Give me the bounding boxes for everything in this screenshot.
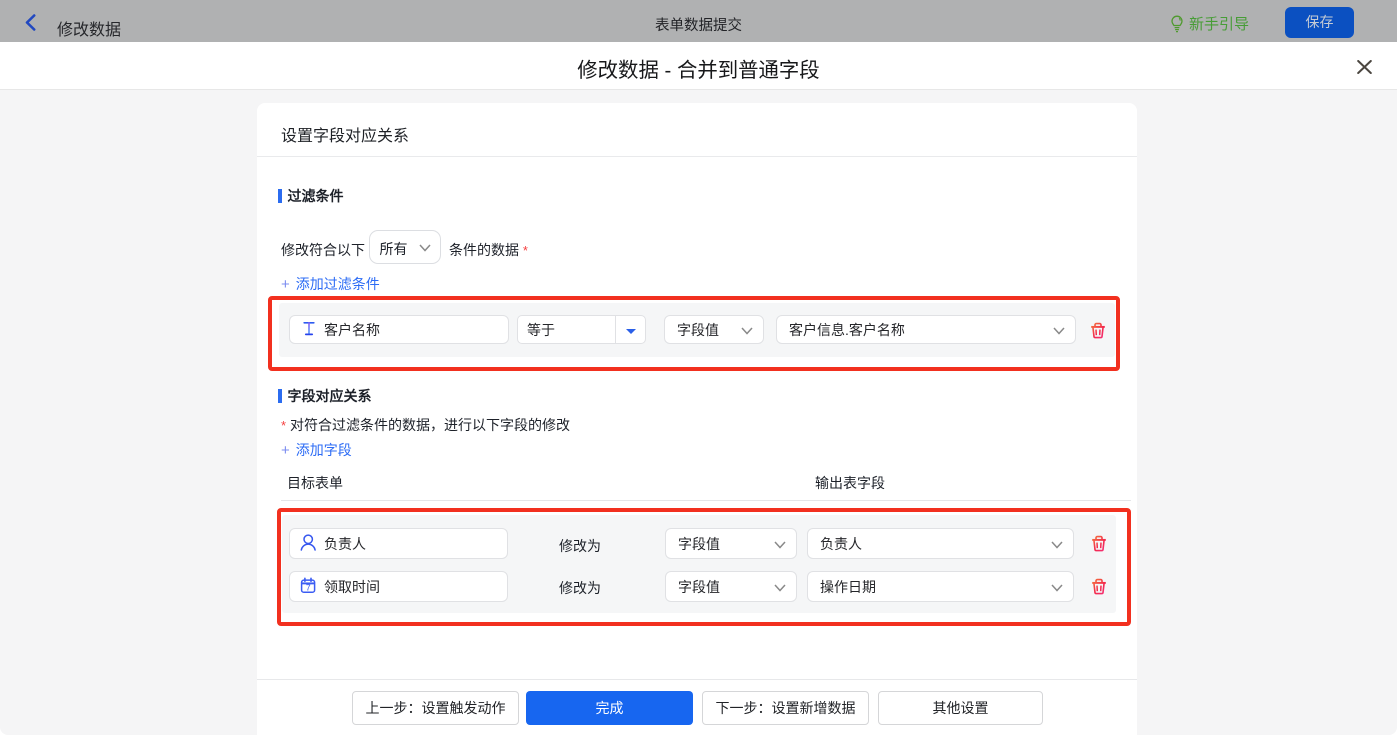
svg-text:7: 7 — [306, 582, 311, 592]
